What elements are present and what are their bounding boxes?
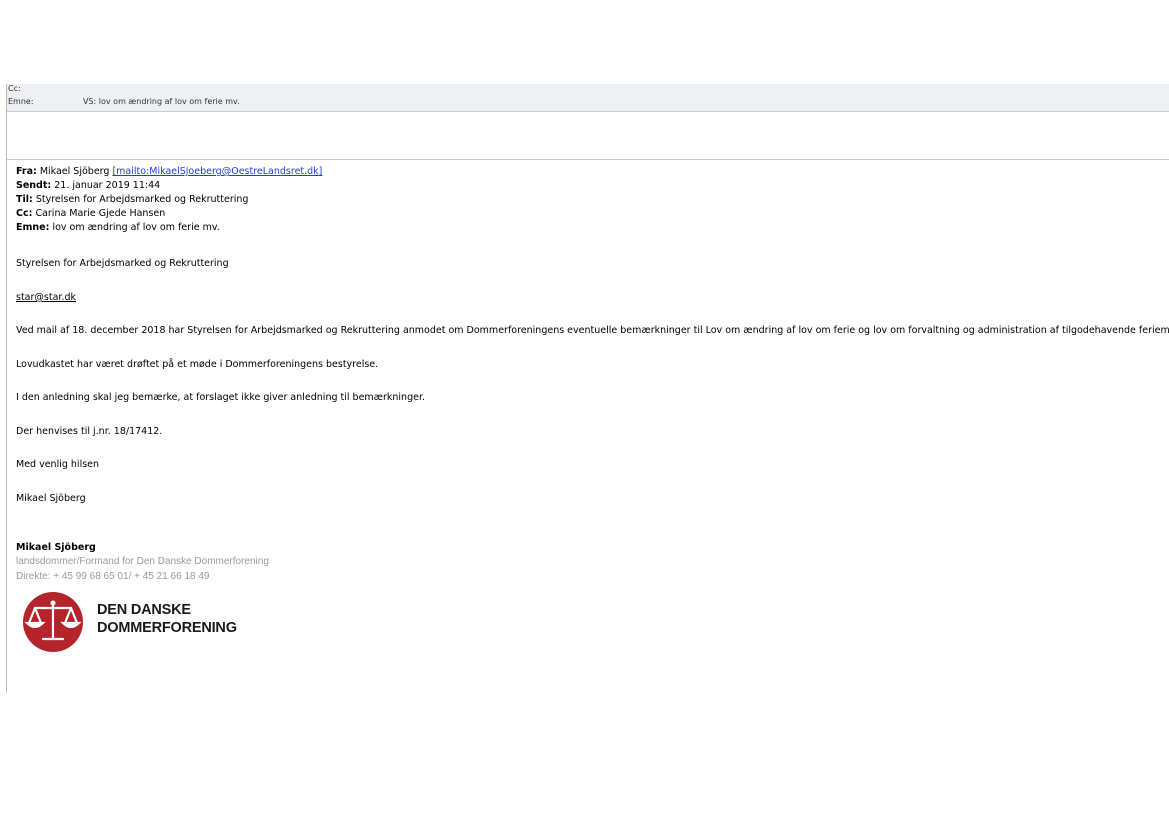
paragraph-2: Lovudkastet har været drøftet på et møde… [16, 359, 379, 370]
recipient-org: Styrelsen for Arbejdsmarked og Rekrutter… [16, 258, 229, 269]
quoted-sent: Sendt: 21. januar 2019 11:44 [16, 180, 160, 191]
sent-label: Sendt: [16, 180, 52, 191]
email-window: Cc: Emne: VS: lov om ændring af lov om fe… [6, 84, 1169, 693]
dommerforening-logo: DEN DANSKE DOMMERFORENING [21, 592, 237, 652]
signature-name: Mikael Sjöberg [16, 542, 96, 553]
signature-phone: Direkte: + 45 99 68 65 01/ + 45 21 66 18… [16, 571, 210, 582]
from-name: Mikael Sjöberg [39, 166, 110, 177]
scales-of-justice-icon [23, 592, 83, 652]
from-label: Fra: [16, 166, 37, 177]
to-value: Styrelsen for Arbejdsmarked og Rekrutter… [35, 194, 249, 205]
quoted-subject: Emne: lov om ændring af lov om ferie mv. [16, 222, 220, 233]
closing: Med venlig hilsen [16, 459, 100, 470]
quoted-to: Til: Styrelsen for Arbejdsmarked og Rekr… [16, 194, 248, 205]
quoted-subject-value: lov om ændring af lov om ferie mv. [52, 222, 220, 233]
logo-line-1: DEN DANSKE [97, 602, 191, 618]
quoted-from: Fra: Mikael Sjöberg [mailto:MikaelSjoebe… [16, 166, 322, 177]
sent-value: 21. januar 2019 11:44 [54, 180, 161, 191]
paragraph-4: Der henvises til j.nr. 18/17412. [16, 426, 163, 437]
paragraph-1: Ved mail af 18. december 2018 har Styrel… [16, 325, 1169, 336]
signer-name: Mikael Sjöberg [16, 493, 86, 504]
compose-area[interactable] [7, 112, 1169, 160]
cc-row: Cc: [8, 84, 83, 93]
recipient-email-link[interactable]: star@star.dk [16, 292, 76, 303]
subject-label: Emne: [8, 97, 34, 106]
subject-value[interactable]: VS: lov om ændring af lov om ferie mv. [83, 97, 240, 106]
cc-label: Cc: [8, 84, 21, 93]
message-header: Cc: Emne: VS: lov om ændring af lov om fe… [7, 84, 1169, 112]
paragraph-3: I den anledning skal jeg bemærke, at for… [16, 392, 426, 403]
quoted-cc-value: Carina Marie Gjede Hansen [35, 208, 166, 219]
signature-title: landsdommer/Formand for Den Danske Domme… [16, 556, 269, 567]
quoted-cc-label: Cc: [16, 208, 33, 219]
logo-line-2: DOMMERFORENING [97, 620, 237, 636]
to-label: Til: [16, 194, 33, 205]
quoted-subject-label: Emne: [16, 222, 50, 233]
subject-row: Emne: VS: lov om ændring af lov om ferie … [8, 97, 240, 106]
from-email-link[interactable]: [mailto:MikaelSjoeberg@OestreLandsret.dk… [112, 166, 322, 177]
quoted-cc: Cc: Carina Marie Gjede Hansen [16, 208, 165, 219]
